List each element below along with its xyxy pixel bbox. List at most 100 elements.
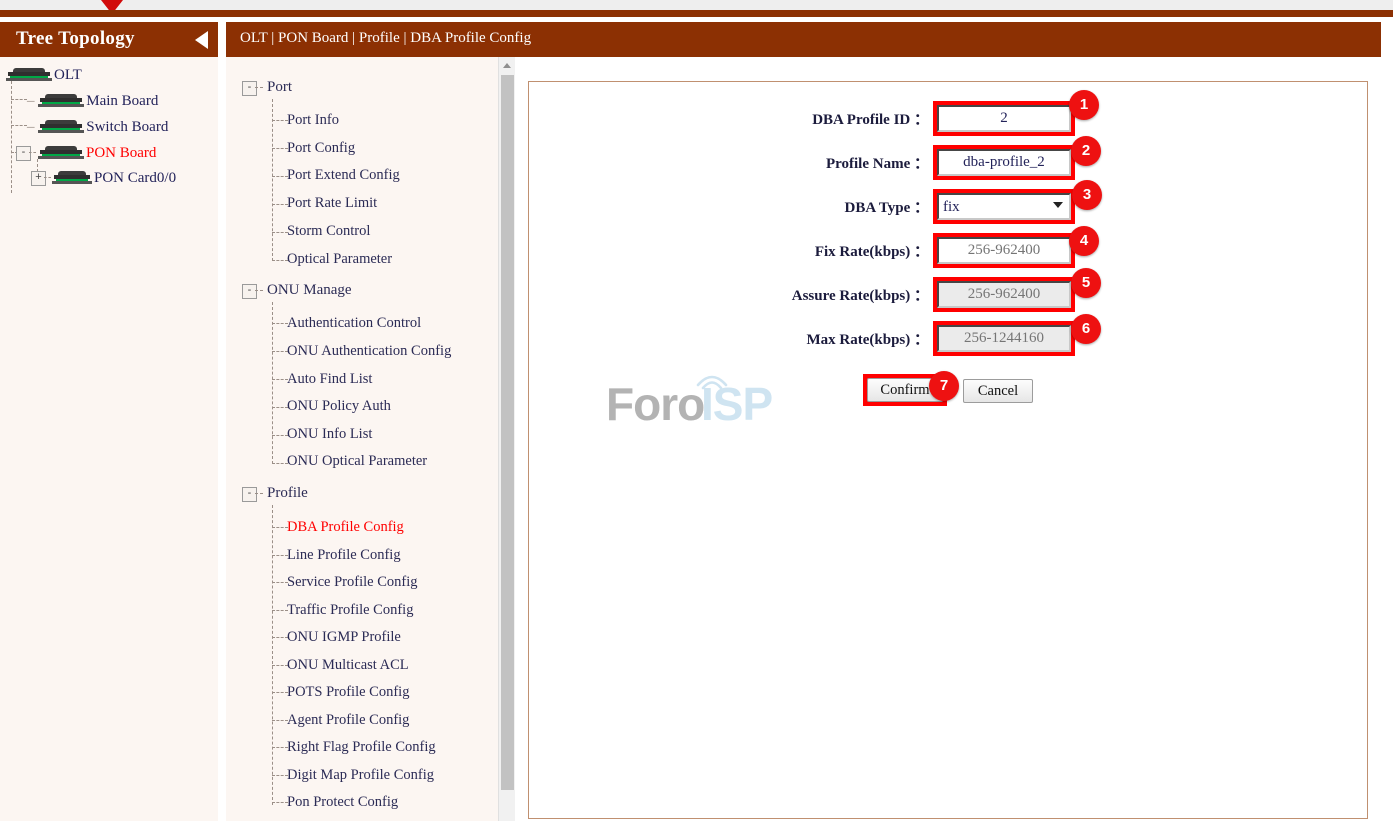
menu-connector-line [272, 720, 288, 721]
menu-group-port[interactable]: Port [267, 79, 292, 96]
menu-item-pots-profile-config[interactable]: POTS Profile Config [287, 684, 409, 701]
tree-node-label: Main Board [86, 93, 158, 109]
menu-connector-line [272, 407, 288, 408]
menu-connector-line [272, 176, 288, 177]
form-row-dba-type: DBA Type ： [529, 192, 929, 226]
menu-connector-line [272, 463, 288, 464]
menu-connector-line [272, 610, 288, 611]
main-content-area: DBA Profile ID ： 1 Profile Name ： 2 DBA … [515, 57, 1381, 821]
form-row-profile-name: Profile Name ： [529, 148, 929, 182]
menu-connector-line [272, 260, 288, 261]
tree-node-pon-card[interactable]: PON Card0/0 [52, 170, 176, 187]
menu-connector-line [272, 582, 288, 583]
annotation-badge-3: 3 [1072, 180, 1102, 210]
tree-node-label: PON Card0/0 [94, 170, 176, 186]
tree-connector-line [11, 125, 27, 126]
menu-item-agent-profile-config[interactable]: Agent Profile Config [287, 712, 409, 729]
menu-connector-line [272, 665, 288, 666]
profile-name-input[interactable] [937, 149, 1071, 176]
scroll-up-arrow-icon[interactable] [499, 57, 515, 73]
assure-rate-input[interactable] [937, 281, 1071, 308]
annotation-badge-5: 5 [1071, 268, 1101, 298]
menu-item-port-info[interactable]: Port Info [287, 112, 339, 129]
form-row-dba-profile-id: DBA Profile ID ： [529, 104, 929, 138]
menu-item-onu-optical-parameter[interactable]: ONU Optical Parameter [287, 453, 427, 470]
fix-rate-input[interactable] [937, 237, 1071, 264]
menu-connector-line [255, 290, 263, 291]
dba-profile-id-input[interactable] [937, 105, 1071, 132]
menu-connector-line [272, 232, 288, 233]
left-triangle-icon[interactable] [195, 31, 208, 49]
content-header-bar: OLT | PON Board | Profile | DBA Profile … [226, 22, 1381, 57]
menu-connector-line [272, 99, 273, 261]
tree-topology-header: Tree Topology [0, 22, 218, 57]
menu-item-onu-info-list[interactable]: ONU Info List [287, 426, 372, 443]
tree-node-main-board[interactable]: – Main Board [27, 93, 158, 110]
tree-expander-pon-board[interactable]: - [16, 146, 31, 161]
tree-expander-dash: – [27, 119, 35, 135]
tree-connector-line [44, 177, 51, 178]
menu-connector-line [272, 120, 288, 121]
label-profile-name: Profile Name ： [826, 152, 929, 173]
tree-node-label: Switch Board [86, 119, 168, 135]
menu-connector-line [255, 87, 263, 88]
board-icon [38, 120, 84, 133]
menu-item-port-extend-config[interactable]: Port Extend Config [287, 167, 400, 184]
menu-connector-line [272, 637, 288, 638]
menu-expander-profile[interactable]: - [242, 487, 257, 502]
menu-item-digit-map-profile-config[interactable]: Digit Map Profile Config [287, 767, 434, 784]
menu-item-onu-policy-auth[interactable]: ONU Policy Auth [287, 398, 391, 415]
tree-expander-pon-card[interactable]: + [31, 171, 46, 186]
menu-connector-line [272, 802, 288, 803]
menu-item-port-rate-limit[interactable]: Port Rate Limit [287, 195, 377, 212]
tree-node-olt[interactable]: OLT [6, 67, 82, 84]
menu-item-service-profile-config[interactable]: Service Profile Config [287, 574, 417, 591]
menu-connector-line [272, 747, 288, 748]
menu-item-right-flag-profile-config[interactable]: Right Flag Profile Config [287, 739, 436, 756]
top-strip [0, 0, 1393, 10]
tree-connector-line [29, 152, 36, 153]
menu-connector-line [272, 302, 273, 464]
menu-item-onu-multicast-acl[interactable]: ONU Multicast ACL [287, 657, 409, 674]
menu-item-onu-igmp-profile[interactable]: ONU IGMP Profile [287, 629, 401, 646]
menu-expander-port[interactable]: - [242, 81, 257, 96]
menu-group-profile[interactable]: Profile [267, 485, 308, 502]
menu-connector-line [272, 555, 288, 556]
menu-scrollbar[interactable] [498, 57, 515, 821]
tree-connector-line [11, 99, 27, 100]
menu-item-line-profile-config[interactable]: Line Profile Config [287, 547, 401, 564]
label-dba-profile-id: DBA Profile ID ： [812, 108, 929, 129]
scrollbar-thumb[interactable] [501, 75, 514, 790]
max-rate-input[interactable] [937, 325, 1071, 352]
annotation-badge-6: 6 [1071, 314, 1101, 344]
menu-item-optical-parameter[interactable]: Optical Parameter [287, 251, 392, 268]
annotation-badge-1: 1 [1069, 90, 1099, 120]
menu-connector-line [272, 351, 288, 352]
menu-item-pon-protect-config[interactable]: Pon Protect Config [287, 794, 398, 811]
menu-connector-line [272, 204, 288, 205]
dba-type-select[interactable]: fix [937, 193, 1071, 220]
device-icon [6, 68, 52, 81]
menu-connector-line [272, 435, 288, 436]
label-dba-type: DBA Type ： [845, 196, 929, 217]
dba-profile-form: DBA Profile ID ： 1 Profile Name ： 2 DBA … [528, 81, 1368, 819]
annotation-badge-4: 4 [1069, 226, 1099, 256]
tree-topology-body: OLT – Main Board – Switch Board - PON Bo… [0, 57, 218, 821]
tree-node-pon-board[interactable]: PON Board [38, 145, 156, 162]
menu-item-traffic-profile-config[interactable]: Traffic Profile Config [287, 602, 413, 619]
menu-item-dba-profile-config[interactable]: DBA Profile Config [287, 519, 404, 536]
menu-item-storm-control[interactable]: Storm Control [287, 223, 370, 240]
wifi-arc-icon [692, 365, 732, 391]
tree-node-switch-board[interactable]: – Switch Board [27, 119, 168, 136]
menu-item-authentication-control[interactable]: Authentication Control [287, 315, 421, 332]
menu-item-onu-authentication-config[interactable]: ONU Authentication Config [287, 343, 451, 360]
tree-node-label: PON Board [86, 145, 156, 161]
menu-connector-line [272, 527, 288, 528]
form-row-assure-rate: Assure Rate(kbps) ： [529, 280, 929, 314]
menu-expander-onu-manage[interactable]: - [242, 284, 257, 299]
annotation-badge-2: 2 [1071, 136, 1101, 166]
menu-item-port-config[interactable]: Port Config [287, 140, 355, 157]
menu-item-auto-find-list[interactable]: Auto Find List [287, 371, 372, 388]
cancel-button[interactable]: Cancel [963, 379, 1033, 403]
menu-group-onu-manage[interactable]: ONU Manage [267, 282, 352, 299]
